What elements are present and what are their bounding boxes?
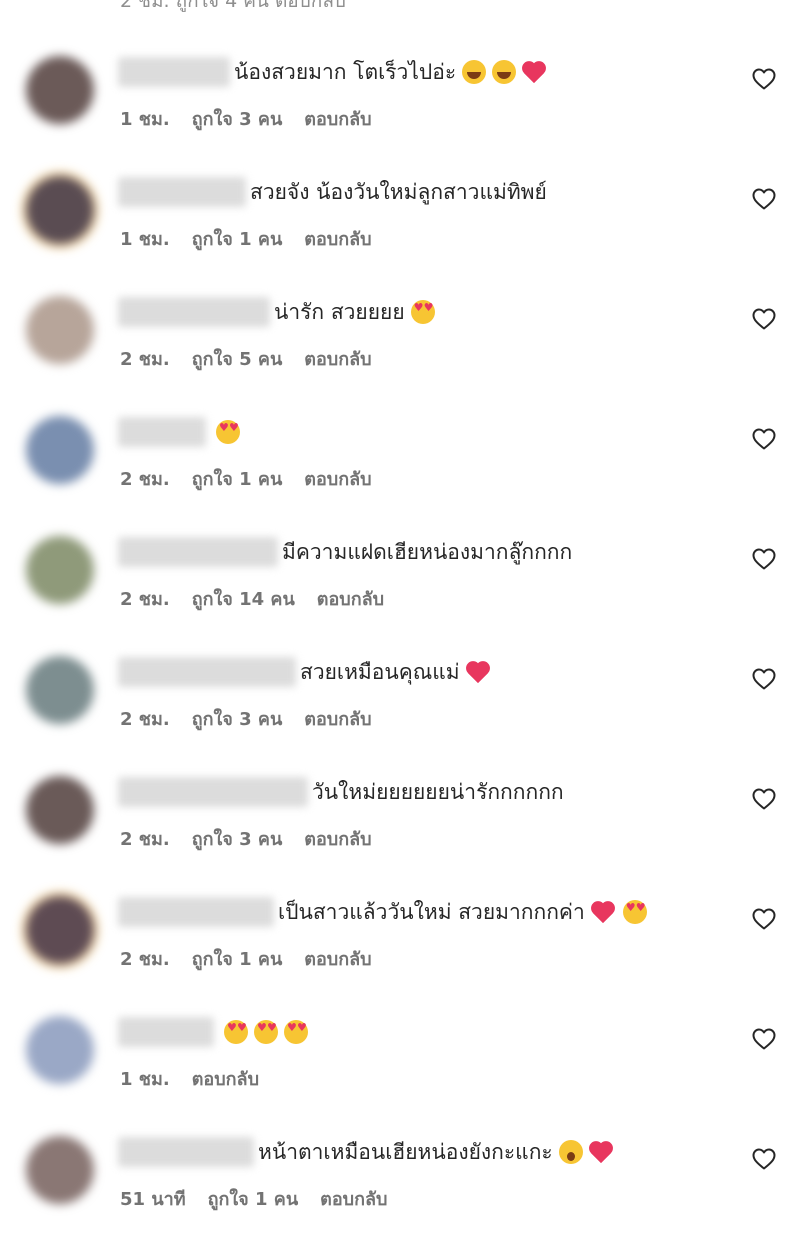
reply-button[interactable]: ตอบกลับ bbox=[320, 1189, 387, 1210]
heart-emoji-icon bbox=[522, 60, 548, 84]
comment-time: 1 ชม. bbox=[120, 1069, 170, 1090]
heart-icon[interactable] bbox=[752, 68, 776, 90]
reply-button[interactable]: ตอบกลับ bbox=[192, 1069, 259, 1090]
hearteyes-emoji-icon bbox=[410, 300, 435, 324]
username-blurred[interactable] bbox=[118, 1137, 254, 1167]
comment-item: หน้าตาเหมือนเฮียหน่องยังกะแกะ 51 นาที ถูกใ… bbox=[0, 1136, 800, 1236]
reply-button[interactable]: ตอบกลับ bbox=[304, 349, 371, 370]
username-blurred[interactable] bbox=[118, 417, 206, 447]
comment-time: 1 ชม. bbox=[120, 109, 170, 130]
reply-button[interactable]: ตอบกลับ bbox=[304, 829, 371, 850]
like-count[interactable]: ถูกใจ 1 คน bbox=[192, 949, 283, 970]
comment-text: หน้าตาเหมือนเฮียหน่องยังกะแกะ bbox=[258, 1139, 553, 1164]
comment-item: น้องสวยมาก โตเร็วไปอ่ะ 1 ชม. ถูกใจ 3 คน ตอบ… bbox=[0, 56, 800, 156]
avatar[interactable] bbox=[26, 296, 94, 364]
hearteyes-emoji-icon bbox=[622, 900, 647, 924]
avatar[interactable] bbox=[26, 776, 94, 844]
heart-icon[interactable] bbox=[752, 668, 776, 690]
comment-text: สวยเหมือนคุณแม่ bbox=[300, 659, 460, 684]
comment-time: 2 ชม. bbox=[120, 829, 170, 850]
hearteyes-emoji-icon bbox=[254, 1020, 278, 1044]
like-count[interactable]: ถูกใจ 3 คน bbox=[192, 109, 283, 130]
shock-emoji-icon bbox=[558, 1140, 583, 1164]
avatar[interactable] bbox=[26, 656, 94, 724]
reply-button[interactable]: ตอบกลับ bbox=[317, 589, 384, 610]
hearteyes-emoji-icon bbox=[216, 420, 240, 444]
avatar[interactable] bbox=[26, 1136, 94, 1204]
avatar[interactable] bbox=[26, 416, 94, 484]
like-count[interactable]: ถูกใจ 1 คน bbox=[192, 229, 283, 250]
hearteyes-emoji-icon bbox=[284, 1020, 308, 1044]
comment-text: เป็นสาวแล้ววันใหม่ สวยมากกกค่า bbox=[278, 899, 585, 924]
avatar[interactable] bbox=[26, 536, 94, 604]
comment-item: สวยจัง น้องวันใหม่ลูกสาวแม่ทิพย์ 1 ชม. ถูก… bbox=[0, 172, 800, 276]
comment-time: 2 ชม. bbox=[120, 709, 170, 730]
comment-text: วันใหม่ยยยยยยน่ารักกกกกก bbox=[312, 779, 564, 804]
partial-comment-meta: 2 ชม. ถูกใจ 4 คน ตอบกลับ bbox=[120, 0, 346, 12]
avatar[interactable] bbox=[26, 56, 94, 124]
avatar[interactable] bbox=[26, 1016, 94, 1084]
heart-icon[interactable] bbox=[752, 1028, 776, 1050]
username-blurred[interactable] bbox=[118, 897, 274, 927]
comment-item: 2 ชม. ถูกใจ 1 คน ตอบกลับ bbox=[0, 416, 800, 516]
like-count[interactable]: ถูกใจ 1 คน bbox=[192, 469, 283, 490]
username-blurred[interactable] bbox=[118, 177, 246, 207]
avatar[interactable] bbox=[22, 172, 98, 248]
heart-emoji-icon bbox=[591, 900, 617, 924]
comment-text: น้องสวยมาก โตเร็วไปอ่ะ bbox=[234, 59, 457, 84]
heart-icon[interactable] bbox=[752, 908, 776, 930]
username-blurred[interactable] bbox=[118, 297, 270, 327]
heart-icon[interactable] bbox=[752, 428, 776, 450]
like-count[interactable]: ถูกใจ 14 คน bbox=[192, 589, 295, 610]
username-blurred[interactable] bbox=[118, 1017, 214, 1047]
like-count[interactable]: ถูกใจ 3 คน bbox=[192, 709, 283, 730]
username-blurred[interactable] bbox=[118, 57, 230, 87]
comment-time: 2 ชม. bbox=[120, 589, 170, 610]
reply-button[interactable]: ตอบกลับ bbox=[304, 709, 371, 730]
comment-time: 2 ชม. bbox=[120, 349, 170, 370]
reply-button[interactable]: ตอบกลับ bbox=[304, 469, 371, 490]
comment-item: น่ารัก สวยยยย 2 ชม. ถูกใจ 5 คน ตอบกลับ bbox=[0, 296, 800, 396]
laugh-emoji-icon bbox=[462, 60, 487, 84]
comment-time: 51 นาที bbox=[120, 1189, 186, 1210]
heart-emoji-icon bbox=[589, 1140, 615, 1164]
comment-time: 2 ชม. bbox=[120, 469, 170, 490]
reply-button[interactable]: ตอบกลับ bbox=[304, 949, 371, 970]
like-count[interactable]: ถูกใจ 5 คน bbox=[192, 349, 283, 370]
heart-icon[interactable] bbox=[752, 548, 776, 570]
comment-item: 1 ชม. ตอบกลับ bbox=[0, 1016, 800, 1116]
hearteyes-emoji-icon bbox=[224, 1020, 248, 1044]
heart-icon[interactable] bbox=[752, 1148, 776, 1170]
username-blurred[interactable] bbox=[118, 537, 278, 567]
heart-icon[interactable] bbox=[752, 308, 776, 330]
comment-item: วันใหม่ยยยยยยน่ารักกกกกก 2 ชม. ถูกใจ 3 คน ต… bbox=[0, 776, 800, 876]
comment-item: เป็นสาวแล้ววันใหม่ สวยมากกกค่า 2 ชม. ถูกใจ… bbox=[0, 892, 800, 996]
username-blurred[interactable] bbox=[118, 657, 296, 687]
heart-icon[interactable] bbox=[752, 188, 776, 210]
like-count[interactable]: ถูกใจ 3 คน bbox=[192, 829, 283, 850]
username-blurred[interactable] bbox=[118, 777, 308, 807]
comment-item: สวยเหมือนคุณแม่ 2 ชม. ถูกใจ 3 คน ตอบกลับ bbox=[0, 656, 800, 756]
comment-item: มีความแฝดเฮียหน่องมากลู๊กกกก 2 ชม. ถูกใจ 1… bbox=[0, 536, 800, 636]
comment-text: สวยจัง น้องวันใหม่ลูกสาวแม่ทิพย์ bbox=[250, 179, 547, 204]
reply-button[interactable]: ตอบกลับ bbox=[304, 109, 371, 130]
like-count[interactable]: ถูกใจ 1 คน bbox=[208, 1189, 299, 1210]
avatar[interactable] bbox=[22, 892, 98, 968]
laugh-emoji-icon bbox=[492, 60, 517, 84]
heart-icon[interactable] bbox=[752, 788, 776, 810]
comment-text: น่ารัก สวยยยย bbox=[274, 299, 405, 324]
comment-time: 1 ชม. bbox=[120, 229, 170, 250]
comment-time: 2 ชม. bbox=[120, 949, 170, 970]
heart-emoji-icon bbox=[466, 660, 492, 684]
reply-button[interactable]: ตอบกลับ bbox=[304, 229, 371, 250]
comment-text: มีความแฝดเฮียหน่องมากลู๊กกกก bbox=[282, 539, 573, 564]
